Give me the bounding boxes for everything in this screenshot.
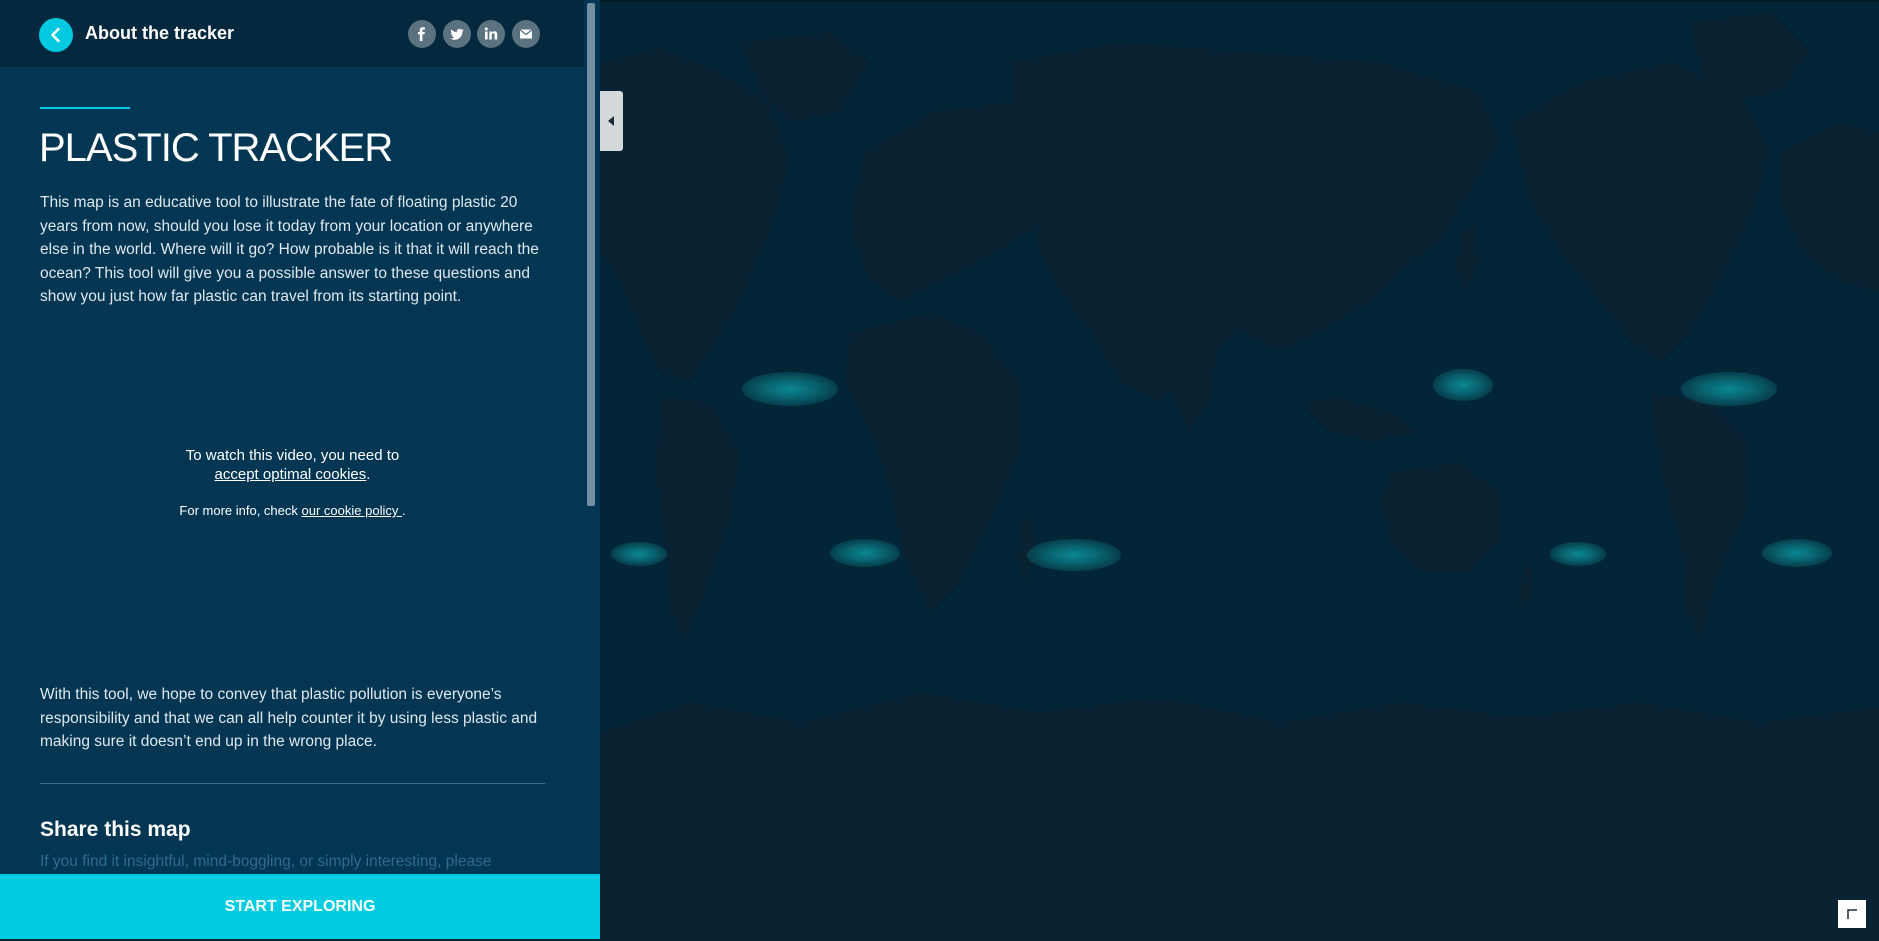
video-message-text: To watch this video, you need to: [185, 447, 400, 464]
patch-south-pacific-east: [611, 542, 667, 566]
europe-landmass-repeat: [1780, 122, 1879, 292]
patch-north-atlantic-repeat: [1681, 372, 1777, 406]
panel-scrollbar[interactable]: [587, 3, 595, 506]
south-america-landmass: [655, 397, 740, 642]
south-america-landmass-repeat: [1650, 392, 1750, 642]
japan-landmass: [1455, 222, 1480, 292]
cookie-policy-link[interactable]: our cookie policy: [302, 503, 402, 518]
email-icon: [519, 29, 533, 39]
linkedin-icon: [484, 27, 498, 40]
new-zealand-landmass: [1518, 562, 1535, 612]
intro-paragraph: This map is an educative tool to illustr…: [40, 194, 539, 305]
patch-south-pacific: [1550, 542, 1606, 566]
section-divider: [40, 783, 545, 784]
start-exploring-button[interactable]: START EXPLORING: [0, 874, 600, 939]
africa-landmass: [845, 312, 1020, 612]
north-america-landmass: [600, 47, 790, 382]
accept-cookies-link[interactable]: accept optimal cookies: [215, 466, 367, 483]
map-graphic: [600, 12, 1879, 941]
video-message-period: .: [366, 466, 371, 483]
video-cookie-message: To watch this video, you need to accept …: [40, 446, 545, 484]
patch-north-pacific: [1433, 369, 1493, 401]
panel-header-title: About the tracker: [85, 23, 235, 43]
share-facebook-button[interactable]: [408, 20, 436, 48]
share-twitter-button[interactable]: [443, 20, 471, 48]
world-map[interactable]: [600, 0, 1879, 941]
north-america-landmass-repeat: [1510, 62, 1770, 362]
patch-indian-ocean: [1027, 539, 1121, 571]
patch-south-atlantic: [830, 539, 900, 567]
australia-landmass: [1380, 462, 1500, 572]
about-panel: About the tracker PLASTIC TRACKER This m…: [0, 0, 600, 939]
antarctica-landmass: [600, 692, 1879, 941]
patch-south-atlantic-repeat: [1762, 539, 1832, 567]
facebook-icon: [418, 27, 425, 41]
title-accent-line: [40, 107, 130, 109]
share-linkedin-button[interactable]: [477, 20, 505, 48]
panel-header: About the tracker: [0, 0, 584, 67]
twitter-icon: [450, 28, 464, 40]
cookie-info: For more info, check our cookie policy .: [40, 502, 545, 519]
video-placeholder: To watch this video, you need to accept …: [40, 330, 545, 650]
fullscreen-button[interactable]: [1838, 900, 1866, 928]
cookie-info-suffix: .: [401, 503, 406, 518]
cookie-info-prefix: For more info, check: [179, 503, 302, 518]
share-text: If you find it insightful, mind-boggling…: [40, 853, 492, 870]
chevron-left-icon: [51, 27, 60, 43]
page-title: PLASTIC TRACKER: [39, 126, 393, 170]
indonesia-landmass: [1300, 397, 1420, 442]
back-button[interactable]: [39, 18, 73, 52]
landmasses: [600, 12, 1879, 941]
fullscreen-icon: [1847, 909, 1857, 919]
share-email-button[interactable]: [512, 20, 540, 48]
asia-landmass: [1010, 42, 1500, 402]
caret-left-icon: [608, 116, 614, 126]
share-heading: Share this map: [40, 818, 191, 841]
collapse-panel-button[interactable]: [600, 91, 623, 151]
patch-north-atlantic: [742, 372, 838, 406]
outro-paragraph: With this tool, we hope to convey that p…: [40, 686, 538, 750]
garbage-patches: [611, 369, 1832, 571]
